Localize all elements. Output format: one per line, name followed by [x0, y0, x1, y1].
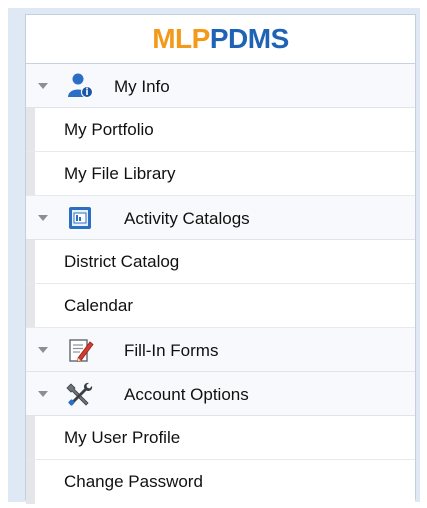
menu-item-my-portfolio[interactable]: My Portfolio	[26, 108, 415, 152]
chevron-down-icon[interactable]	[38, 83, 48, 89]
brand-logo[interactable]: MLPPDMS	[152, 25, 289, 53]
chevron-down-icon[interactable]	[38, 391, 48, 397]
menu-group-label: Activity Catalogs	[124, 209, 250, 228]
menu-item-district-catalog[interactable]: District Catalog	[26, 240, 415, 284]
catalog-book-icon	[69, 207, 91, 229]
menu-item-label: My Portfolio	[64, 119, 154, 139]
menu-item-label: Calendar	[64, 295, 133, 315]
menu-group-label: My Info	[114, 77, 170, 96]
menu-item-label: Change Password	[64, 472, 203, 491]
menu-group-account-options[interactable]: Account Options	[26, 372, 415, 416]
user-info-icon	[68, 73, 93, 98]
form-pencil-icon	[69, 339, 94, 363]
brand-header: MLPPDMS	[26, 15, 415, 64]
chevron-down-icon[interactable]	[38, 215, 48, 221]
menu-group-label: Fill-In Forms	[124, 341, 219, 360]
menu-group-label: Account Options	[124, 385, 249, 404]
tools-icon	[66, 382, 93, 406]
menu-item-label: My User Profile	[64, 427, 181, 447]
menu-item-label: My File Library	[64, 163, 176, 183]
menu-item-calendar[interactable]: Calendar	[26, 284, 415, 328]
menu-item-my-user-profile[interactable]: My User Profile	[26, 416, 415, 460]
menu-group-my-info[interactable]: My Info	[26, 64, 415, 108]
brand-logo-part2: PDMS	[209, 23, 289, 54]
menu-item-change-password[interactable]: Change Password	[26, 460, 415, 504]
menu-group-activity-catalogs[interactable]: Activity Catalogs	[26, 196, 415, 240]
menu-item-label: District Catalog	[64, 251, 180, 271]
menu-container: MLPPDMS My Info My Portfolio My File Lib…	[25, 14, 416, 504]
navigation-panel: MLPPDMS My Info My Portfolio My File Lib…	[8, 8, 420, 504]
menu-group-fill-in-forms[interactable]: Fill-In Forms	[26, 328, 415, 372]
menu-item-my-file-library[interactable]: My File Library	[26, 152, 415, 196]
chevron-down-icon[interactable]	[38, 347, 48, 353]
brand-logo-part1: MLP	[152, 23, 210, 54]
